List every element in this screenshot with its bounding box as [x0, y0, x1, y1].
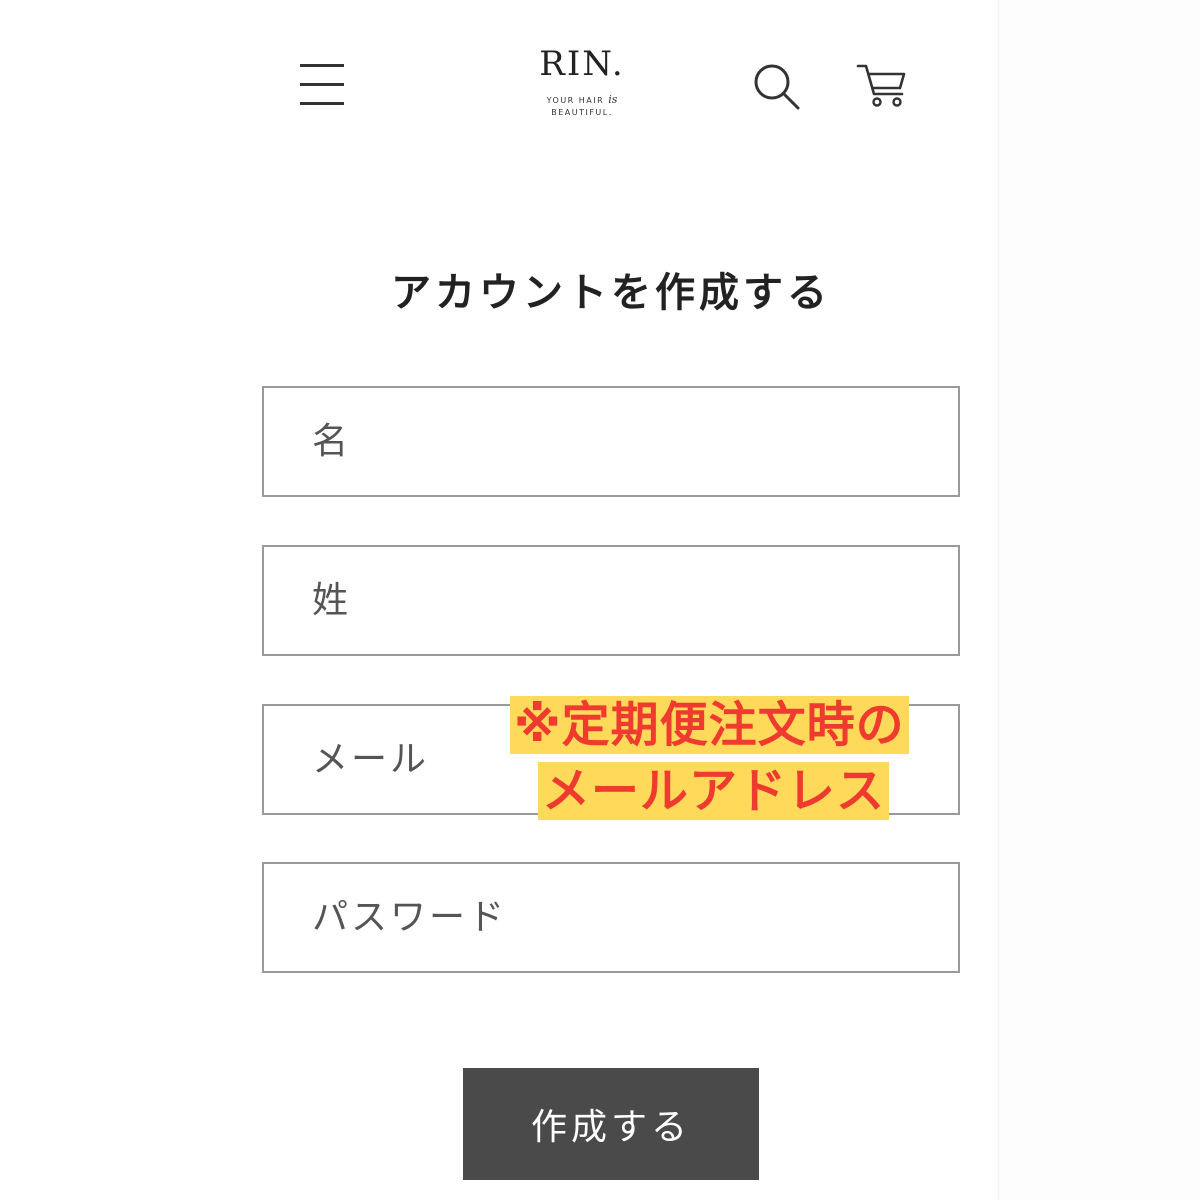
password-input[interactable]: [264, 864, 958, 971]
email-input[interactable]: [264, 706, 958, 813]
last-name-input[interactable]: [264, 547, 958, 654]
menu-button[interactable]: [296, 60, 348, 108]
logo-tagline-prefix: YOUR HAIR: [546, 96, 605, 105]
logo-tagline-script: is: [608, 93, 618, 106]
page-title: アカウントを作成する: [391, 269, 831, 316]
password-field[interactable]: [262, 862, 960, 973]
create-account-button[interactable]: 作成する: [463, 1068, 759, 1180]
email-field[interactable]: [262, 704, 960, 815]
create-account-page: RIN. YOUR HAIR is BEAUTIFUL. アカウントを作成する: [0, 0, 1200, 1200]
page-margin: [998, 0, 1200, 1200]
search-button[interactable]: [748, 58, 806, 114]
first-name-field[interactable]: [262, 386, 960, 497]
search-icon: [754, 64, 800, 110]
logo-tagline-suffix: BEAUTIFUL.: [551, 108, 613, 117]
cart-icon: [856, 64, 906, 107]
site-logo[interactable]: RIN. YOUR HAIR is BEAUTIFUL.: [520, 44, 644, 119]
first-name-input[interactable]: [264, 388, 958, 495]
logo-tagline: YOUR HAIR is BEAUTIFUL.: [520, 94, 644, 119]
cart-button[interactable]: [852, 56, 912, 112]
logo-wordmark: RIN.: [539, 44, 625, 84]
last-name-field[interactable]: [262, 545, 960, 656]
